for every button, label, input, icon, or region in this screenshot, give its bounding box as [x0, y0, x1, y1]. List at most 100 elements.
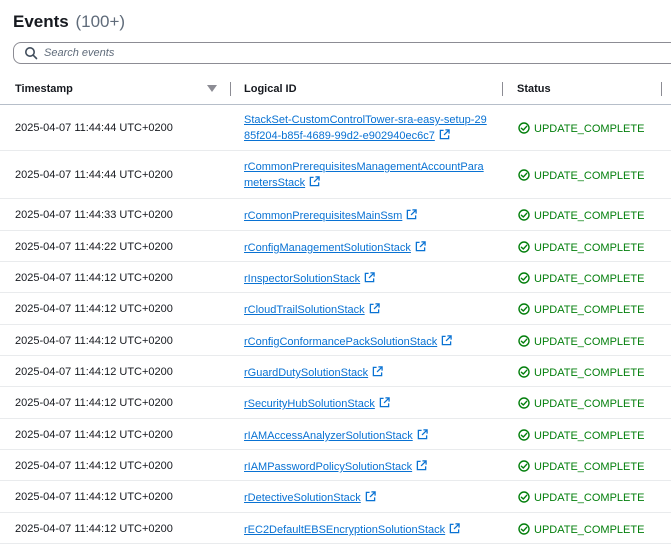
column-resizer[interactable]	[502, 82, 503, 96]
logical-id-cell: StackSet-CustomControlTower-sra-easy-set…	[244, 112, 489, 144]
logical-id-text: rInspectorSolutionStack	[244, 273, 361, 285]
success-check-icon	[518, 523, 530, 535]
external-link-icon[interactable]	[406, 209, 418, 220]
status-text: UPDATE_COMPLETE	[534, 461, 645, 473]
external-link-icon[interactable]	[369, 303, 380, 314]
events-table-body: 2025-04-07 11:44:44 UTC+0200 StackSet-Cus…	[0, 104, 671, 544]
external-link-icon[interactable]	[365, 491, 376, 502]
timestamp-cell: 2025-04-07 11:44:12 UTC+0200	[15, 335, 173, 347]
external-link-icon[interactable]	[449, 523, 460, 534]
logical-id-link[interactable]: rCloudTrailSolutionStack	[244, 303, 380, 316]
status-cell: UPDATE_COMPLETE	[518, 460, 644, 473]
success-check-icon	[518, 241, 530, 253]
status-cell: UPDATE_COMPLETE	[518, 241, 644, 254]
timestamp-cell: 2025-04-07 11:44:12 UTC+0200	[15, 272, 173, 284]
search-bar[interactable]	[13, 42, 671, 64]
external-link-icon[interactable]	[364, 272, 375, 283]
status-text: UPDATE_COMPLETE	[534, 242, 645, 254]
search-icon	[25, 47, 38, 60]
logical-id-link[interactable]: rSecurityHubSolutionStack	[244, 397, 390, 410]
logical-id-text: rGuardDutySolutionStack	[244, 367, 369, 379]
status-cell: UPDATE_COMPLETE	[518, 429, 644, 442]
status-cell: UPDATE_COMPLETE	[518, 491, 644, 504]
logical-id-cell: rIAMPasswordPolicySolutionStack	[244, 459, 489, 475]
logical-id-cell: rCommonPrerequisitesMainSsm	[244, 208, 489, 224]
table-row: 2025-04-07 11:44:12 UTC+0200 rSecurityHub…	[0, 387, 671, 419]
logical-id-link[interactable]: StackSet-CustomControlTower-sra-easy-set…	[244, 114, 487, 142]
table-row: 2025-04-07 11:44:12 UTC+0200 rCloudTrailS…	[0, 293, 671, 325]
success-check-icon	[518, 303, 530, 315]
table-row: 2025-04-07 11:44:33 UTC+0200 rCommonPrere…	[0, 199, 671, 231]
timestamp-cell: 2025-04-07 11:44:12 UTC+0200	[15, 397, 173, 409]
status-cell: UPDATE_COMPLETE	[518, 303, 644, 316]
external-link-icon[interactable]	[439, 129, 450, 140]
status-cell: UPDATE_COMPLETE	[518, 272, 644, 285]
status-cell: UPDATE_COMPLETE	[518, 122, 644, 135]
logical-id-link[interactable]: rEC2DefaultEBSEncryptionSolutionStack	[244, 523, 460, 536]
status-text: UPDATE_COMPLETE	[534, 273, 645, 285]
table-row: 2025-04-07 11:44:12 UTC+0200 rDetectiveSo…	[0, 481, 671, 513]
logical-id-cell: rGuardDutySolutionStack	[244, 365, 489, 381]
table-row: 2025-04-07 11:44:12 UTC+0200 rConfigConfo…	[0, 325, 671, 356]
success-check-icon	[518, 429, 530, 441]
logical-id-link[interactable]: rGuardDutySolutionStack	[244, 366, 383, 379]
external-link-icon[interactable]	[415, 241, 426, 252]
logical-id-cell: rEC2DefaultEBSEncryptionSolutionStack	[244, 522, 489, 538]
logical-id-link[interactable]: rConfigManagementSolutionStack	[244, 241, 426, 254]
table-row: 2025-04-07 11:44:12 UTC+0200 rEC2DefaultE…	[0, 513, 671, 544]
column-header-status[interactable]: Status	[517, 82, 551, 96]
logical-id-cell: rInspectorSolutionStack	[244, 271, 489, 287]
logical-id-link[interactable]: rDetectiveSolutionStack	[244, 491, 376, 504]
logical-id-text: rCommonPrerequisitesManagementAccountPar…	[244, 161, 484, 189]
external-link-icon[interactable]	[379, 397, 390, 408]
status-text: UPDATE_COMPLETE	[534, 430, 645, 442]
column-resizer[interactable]	[230, 82, 231, 96]
status-text: UPDATE_COMPLETE	[534, 210, 645, 222]
logical-id-text: rEC2DefaultEBSEncryptionSolutionStack	[244, 524, 446, 536]
column-resizer[interactable]	[661, 82, 662, 96]
table-row: 2025-04-07 11:44:12 UTC+0200 rInspectorSo…	[0, 262, 671, 293]
external-link-icon[interactable]	[372, 366, 383, 377]
sort-down-icon[interactable]	[207, 85, 217, 93]
logical-id-link[interactable]: rCommonPrerequisitesManagementAccountPar…	[244, 161, 484, 189]
logical-id-text: rIAMPasswordPolicySolutionStack	[244, 461, 413, 473]
timestamp-cell: 2025-04-07 11:44:44 UTC+0200	[15, 122, 173, 134]
status-text: UPDATE_COMPLETE	[534, 123, 645, 135]
column-header-timestamp[interactable]: Timestamp	[15, 82, 73, 96]
timestamp-cell: 2025-04-07 11:44:22 UTC+0200	[15, 241, 173, 253]
logical-id-text: rCloudTrailSolutionStack	[244, 304, 365, 316]
status-cell: UPDATE_COMPLETE	[518, 366, 644, 379]
success-check-icon	[518, 460, 530, 472]
external-link-icon[interactable]	[441, 335, 452, 346]
timestamp-cell: 2025-04-07 11:44:12 UTC+0200	[15, 429, 173, 441]
logical-id-link[interactable]: rCommonPrerequisitesMainSsm	[244, 209, 418, 222]
status-cell: UPDATE_COMPLETE	[518, 169, 644, 182]
table-header: Timestamp Logical ID Status	[0, 78, 671, 105]
table-row: 2025-04-07 11:44:22 UTC+0200 rConfigManag…	[0, 231, 671, 262]
logical-id-link[interactable]: rIAMPasswordPolicySolutionStack	[244, 460, 427, 473]
status-cell: UPDATE_COMPLETE	[518, 397, 644, 410]
logical-id-link[interactable]: rIAMAccessAnalyzerSolutionStack	[244, 429, 428, 442]
logical-id-text: StackSet-CustomControlTower-sra-easy-set…	[244, 114, 487, 142]
timestamp-cell: 2025-04-07 11:44:44 UTC+0200	[15, 169, 173, 181]
success-check-icon	[518, 491, 530, 503]
logical-id-text: rCommonPrerequisitesMainSsm	[244, 210, 403, 222]
column-header-logical-id[interactable]: Logical ID	[244, 82, 297, 96]
logical-id-link[interactable]: rInspectorSolutionStack	[244, 272, 375, 285]
success-check-icon	[518, 169, 530, 181]
status-cell: UPDATE_COMPLETE	[518, 209, 644, 222]
table-row: 2025-04-07 11:44:44 UTC+0200 StackSet-Cus…	[0, 104, 671, 151]
status-text: UPDATE_COMPLETE	[534, 367, 645, 379]
search-input[interactable]	[44, 44, 544, 62]
external-link-icon[interactable]	[309, 176, 320, 187]
table-row: 2025-04-07 11:44:12 UTC+0200 rGuardDutySo…	[0, 356, 671, 387]
table-row: 2025-04-07 11:44:44 UTC+0200 rCommonPrere…	[0, 151, 671, 199]
logical-id-text: rIAMAccessAnalyzerSolutionStack	[244, 430, 413, 442]
logical-id-link[interactable]: rConfigConformancePackSolutionStack	[244, 335, 452, 348]
status-text: UPDATE_COMPLETE	[534, 524, 645, 536]
external-link-icon[interactable]	[416, 460, 427, 471]
external-link-icon[interactable]	[417, 429, 428, 440]
logical-id-text: rConfigConformancePackSolutionStack	[244, 336, 438, 348]
logical-id-text: rDetectiveSolutionStack	[244, 492, 361, 504]
logical-id-text: rSecurityHubSolutionStack	[244, 398, 375, 410]
